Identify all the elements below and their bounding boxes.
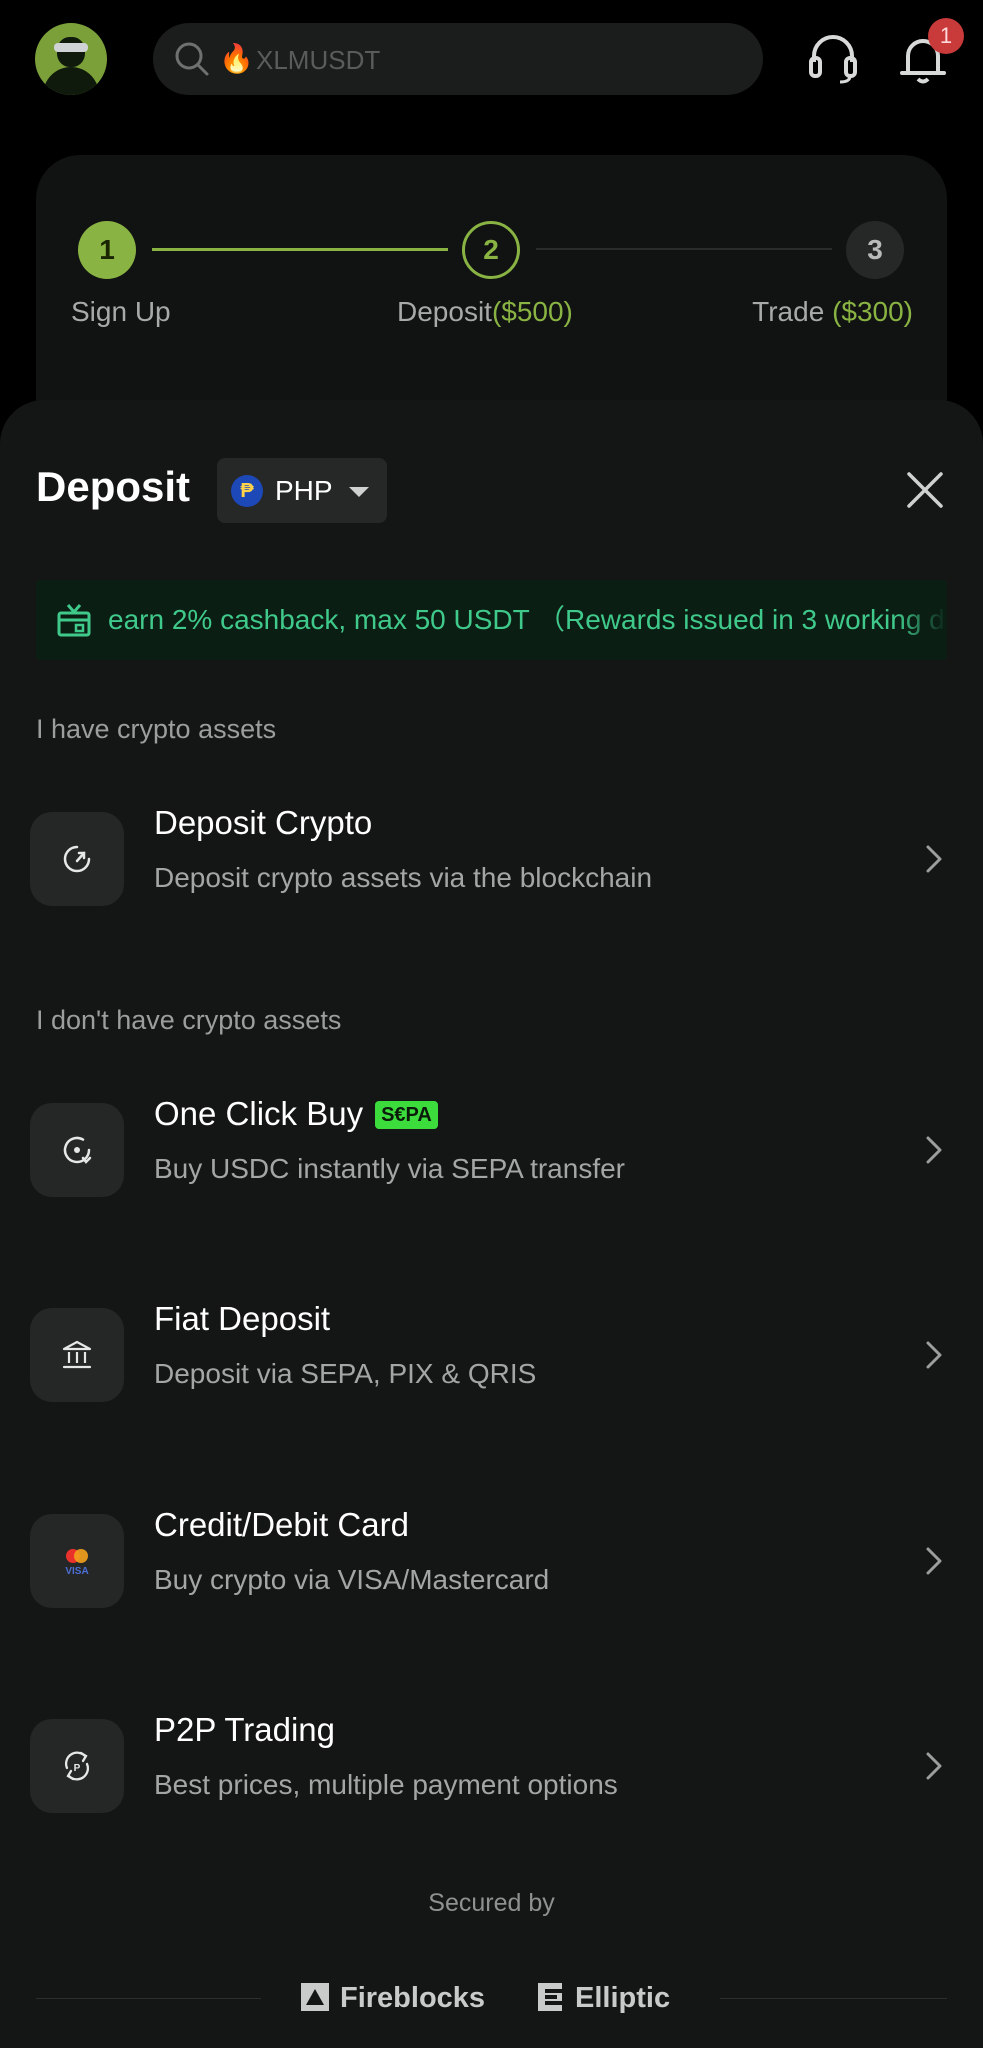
fire-icon: 🔥 <box>219 43 254 74</box>
section-have-crypto: I have crypto assets <box>36 714 277 744</box>
deposit-crypto-icon <box>63 845 91 873</box>
footer-divider-left <box>36 1998 261 1999</box>
svg-text:P: P <box>74 1763 81 1774</box>
option-title: P2P Trading <box>154 1711 336 1748</box>
elliptic-name: Elliptic <box>575 1982 671 2014</box>
avatar[interactable] <box>35 23 107 95</box>
avatar-head <box>57 37 85 67</box>
sheet-title: Deposit <box>36 463 191 510</box>
card-icon: VISA <box>65 1549 89 1577</box>
p2p-icon: P <box>64 1751 90 1781</box>
fireblocks-mark-icon <box>301 1983 329 2011</box>
step-2-label: Deposit($500) <box>397 296 573 327</box>
avatar-visor <box>54 43 88 52</box>
currency-selector[interactable]: ₱ PHP <box>217 458 387 523</box>
svg-text:VISA: VISA <box>65 1566 88 1577</box>
close-icon[interactable] <box>905 470 945 510</box>
promo-fade <box>897 580 947 660</box>
chevron-right-icon <box>926 1136 942 1164</box>
bank-icon <box>62 1340 92 1369</box>
step-1-label: Sign Up <box>71 296 171 327</box>
search-trending-text: XLMUSDT <box>256 45 381 75</box>
currency-code: PHP <box>275 475 333 506</box>
option-icon-tile: VISA <box>30 1514 124 1608</box>
option-fiat-deposit[interactable]: Fiat Deposit Deposit via SEPA, PIX & QRI… <box>0 1280 983 1430</box>
option-credit-debit-card[interactable]: VISA Credit/Debit Card Buy crypto via VI… <box>0 1486 983 1636</box>
option-title: Deposit Crypto <box>154 804 373 841</box>
step-3-circle: 3 <box>846 221 904 279</box>
option-icon-tile <box>30 1308 124 1402</box>
chevron-right-icon <box>926 1547 942 1575</box>
option-icon-tile <box>30 1103 124 1197</box>
elliptic-logo: Elliptic <box>535 1978 715 2018</box>
step-1-circle: 1 <box>78 221 136 279</box>
option-p2p-trading[interactable]: P P2P Trading Best prices, multiple paym… <box>0 1691 983 1841</box>
caret-down-icon <box>349 487 369 497</box>
progress-line-pending <box>536 248 832 250</box>
avatar-body <box>43 67 99 95</box>
option-icon-tile: P <box>30 1719 124 1813</box>
option-icon-tile <box>30 812 124 906</box>
option-title: Credit/Debit Card <box>154 1506 409 1543</box>
peso-coin-icon: ₱ <box>231 475 263 507</box>
option-title: One Click Buy S€PA <box>154 1093 438 1135</box>
option-description: Deposit crypto assets via the blockchain <box>154 862 653 893</box>
headset-icon[interactable] <box>806 30 860 86</box>
progress-line-complete <box>152 248 448 251</box>
fireblocks-name: Fireblocks <box>340 1982 486 2014</box>
option-description: Deposit via SEPA, PIX & QRIS <box>154 1358 537 1389</box>
option-description: Buy USDC instantly via SEPA transfer <box>154 1153 625 1184</box>
deposit-sheet: Deposit ₱ PHP earn 2% cashback, max 50 U… <box>0 400 983 2048</box>
option-title: Fiat Deposit <box>154 1300 331 1337</box>
search-bar[interactable]: 🔥 XLMUSDT <box>153 23 763 95</box>
step-2-circle: 2 <box>462 221 520 279</box>
search-icon <box>175 42 209 76</box>
elliptic-mark-icon <box>538 1983 562 2011</box>
secured-by-label: Secured by <box>428 1889 555 1917</box>
notification-badge: 1 <box>928 18 964 54</box>
one-click-buy-icon <box>63 1136 92 1164</box>
chevron-right-icon <box>926 1752 942 1780</box>
option-description: Buy crypto via VISA/Mastercard <box>154 1564 550 1595</box>
gift-icon <box>57 604 91 637</box>
step-3-label: Trade ($300) <box>752 296 913 327</box>
option-description: Best prices, multiple payment options <box>154 1769 618 1800</box>
cashback-promo-banner[interactable]: earn 2% cashback, max 50 USDT （Rewards i… <box>36 580 947 660</box>
top-bar: 🔥 XLMUSDT 1 <box>0 0 983 120</box>
option-deposit-crypto[interactable]: Deposit Crypto Deposit crypto assets via… <box>0 784 983 934</box>
footer-divider-right <box>720 1998 947 1999</box>
promo-text: earn 2% cashback, max 50 USDT （Rewards i… <box>108 604 947 635</box>
chevron-right-icon <box>926 1341 942 1369</box>
sepa-badge: S€PA <box>375 1101 438 1129</box>
section-no-crypto: I don't have crypto assets <box>36 1005 342 1035</box>
option-one-click-buy[interactable]: One Click Buy S€PA Buy USDC instantly via… <box>0 1075 983 1225</box>
chevron-right-icon <box>926 845 942 873</box>
fireblocks-logo: Fireblocks <box>300 1978 500 2018</box>
